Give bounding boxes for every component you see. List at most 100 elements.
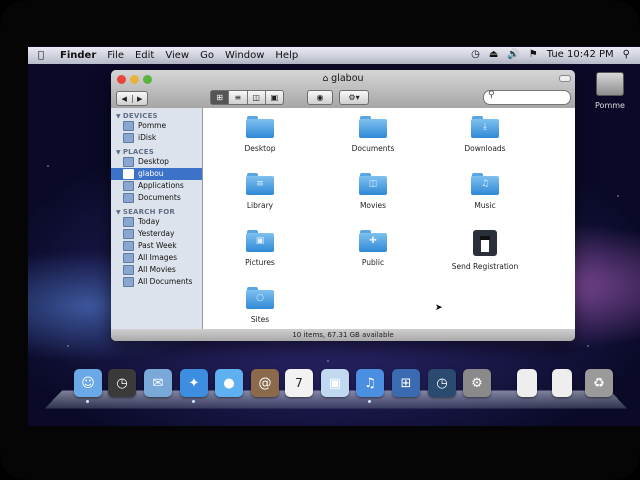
window-toolbar: ⌂ glabou ◀ ▶ ⊞ ≡ ◫ ▣ ◉ ⚙▾ ⚲ — [111, 70, 575, 108]
safari-icon[interactable]: ✦ — [180, 369, 208, 397]
sidebar-item-all-documents[interactable]: All Documents — [111, 276, 202, 288]
file-item-label: Downloads — [464, 144, 506, 153]
column-view-button[interactable]: ◫ — [248, 91, 266, 104]
time-machine-menu-icon[interactable]: ◷ — [471, 49, 480, 60]
mouse-cursor-icon: ➤ — [435, 303, 443, 313]
ichat-icon[interactable]: ● — [215, 369, 243, 397]
search-field[interactable]: ⚲ — [483, 90, 571, 105]
clock[interactable]: Tue 10:42 PM — [547, 49, 614, 60]
dock: ☺ ◷ ✉ ✦ ● @7 ▣ ♫ ⊞ ◷ ⚙ ♻ — [74, 369, 614, 403]
quick-look-button[interactable]: ◉ — [307, 90, 333, 105]
sites-folder-icon: ○ — [246, 287, 274, 309]
list-view-button[interactable]: ≡ — [229, 91, 248, 104]
back-button[interactable]: ◀ — [117, 94, 133, 103]
dashboard-icon[interactable]: ◷ — [108, 369, 136, 397]
forward-button[interactable]: ▶ — [133, 95, 148, 103]
movies-folder-icon: ◫ — [359, 173, 387, 195]
hard-drive-label[interactable]: Pomme — [590, 101, 630, 110]
clock-icon — [123, 241, 134, 251]
file-item[interactable]: Desktop — [215, 116, 305, 153]
smart-folder-icon — [123, 277, 134, 287]
file-item[interactable]: Send Registration — [440, 230, 530, 271]
hard-drive-icon[interactable] — [596, 72, 624, 96]
file-item[interactable]: ♫ Music — [440, 173, 530, 210]
tuxedo-icon — [473, 230, 497, 256]
pictures-folder-icon: ▣ — [246, 230, 274, 252]
sidebar-item-pomme[interactable]: Pomme — [111, 120, 202, 132]
icon-view-button[interactable]: ⊞ — [211, 91, 230, 104]
sidebar-item-applications[interactable]: Applications — [111, 180, 202, 192]
mail-icon[interactable]: ✉ — [144, 369, 172, 397]
action-menu-button[interactable]: ⚙▾ — [339, 90, 369, 105]
toolbar-toggle-button[interactable] — [559, 75, 571, 82]
file-item[interactable]: Documents — [328, 116, 418, 153]
file-item-label: Library — [246, 201, 274, 210]
sidebar-item-documents[interactable]: Documents — [111, 192, 202, 204]
view-switcher: ⊞ ≡ ◫ ▣ — [210, 90, 284, 105]
desktop-icon — [123, 157, 134, 167]
flag-menu-icon[interactable]: ⚑ — [529, 49, 538, 60]
apple-menu-icon[interactable]:  — [38, 50, 52, 61]
time-machine-icon[interactable]: ◷ — [428, 369, 456, 397]
spaces-icon[interactable]: ⊞ — [392, 369, 420, 397]
running-indicator — [192, 400, 195, 403]
document-icon[interactable] — [517, 369, 537, 397]
file-item[interactable]: ▣ Pictures — [215, 230, 305, 267]
library-folder-icon: ≡ — [246, 173, 274, 195]
window-title: ⌂ glabou — [111, 73, 575, 84]
file-item[interactable]: ○ Sites — [215, 287, 305, 324]
eject-menu-icon[interactable]: ⏏ — [489, 49, 498, 60]
sidebar-item-all-images[interactable]: All Images — [111, 252, 202, 264]
menu-file[interactable]: File — [107, 50, 124, 61]
file-item[interactable]: ✚ Public — [328, 230, 418, 267]
preview-icon[interactable]: ▣ — [321, 369, 349, 397]
address-book-icon[interactable]: @ — [251, 369, 279, 397]
file-item[interactable]: ◫ Movies — [328, 173, 418, 210]
spotlight-icon[interactable]: ⚲ — [623, 49, 630, 60]
status-bar: 10 items, 67.31 GB available — [111, 329, 575, 341]
clock-icon — [123, 229, 134, 239]
downloads-folder-icon: ⤓ — [471, 116, 499, 138]
music-folder-icon: ♫ — [471, 173, 499, 195]
sidebar-item-past-week[interactable]: Past Week — [111, 240, 202, 252]
sidebar-header-devices[interactable]: ▼ DEVICES — [116, 112, 202, 120]
file-item[interactable]: ≡ Library — [215, 173, 305, 210]
cover-flow-button[interactable]: ▣ — [266, 91, 283, 104]
sidebar-item-desktop[interactable]: Desktop — [111, 156, 202, 168]
volume-menu-icon[interactable]: 🔊 — [507, 49, 519, 60]
trash-icon[interactable]: ♻ — [585, 369, 613, 397]
sidebar-item-yesterday[interactable]: Yesterday — [111, 228, 202, 240]
file-item[interactable]: ⤓ Downloads — [440, 116, 530, 153]
idisk-icon — [123, 133, 134, 143]
finder-window: ⌂ glabou ◀ ▶ ⊞ ≡ ◫ ▣ ◉ ⚙▾ ⚲ ▼ DEVICES Pomm… — [111, 70, 575, 341]
menu-finder[interactable]: Finder — [60, 50, 96, 61]
menu-help[interactable]: Help — [275, 50, 298, 61]
sidebar-item-glabou[interactable]: glabou — [111, 168, 202, 180]
file-item-label: Documents — [351, 144, 395, 153]
ical-icon[interactable]: 7 — [285, 369, 313, 397]
system-preferences-icon[interactable]: ⚙ — [463, 369, 491, 397]
finder-icon[interactable]: ☺ — [74, 369, 102, 397]
folder-icon — [246, 116, 274, 138]
menu-view[interactable]: View — [165, 50, 189, 61]
file-item-label: Sites — [250, 315, 270, 324]
itunes-icon[interactable]: ♫ — [356, 369, 384, 397]
smart-folder-icon — [123, 253, 134, 263]
smart-folder-icon — [123, 265, 134, 275]
file-item-label: Desktop — [244, 144, 276, 153]
public-folder-icon: ✚ — [359, 230, 387, 252]
applications-icon — [123, 181, 134, 191]
menu-go[interactable]: Go — [200, 50, 214, 61]
sidebar-item-idisk[interactable]: iDisk — [111, 132, 202, 144]
menu-window[interactable]: Window — [225, 50, 264, 61]
sidebar-item-today[interactable]: Today — [111, 216, 202, 228]
window-title-text: glabou — [331, 73, 364, 84]
sidebar-header-places[interactable]: ▼ PLACES — [116, 148, 202, 156]
sidebar-header-search-for[interactable]: ▼ SEARCH FOR — [116, 208, 202, 216]
document-icon[interactable] — [552, 369, 572, 397]
sidebar-item-all-movies[interactable]: All Movies — [111, 264, 202, 276]
folder-icon — [359, 116, 387, 138]
menu-edit[interactable]: Edit — [135, 50, 154, 61]
file-item-label: Movies — [359, 201, 387, 210]
disk-icon — [123, 121, 134, 131]
